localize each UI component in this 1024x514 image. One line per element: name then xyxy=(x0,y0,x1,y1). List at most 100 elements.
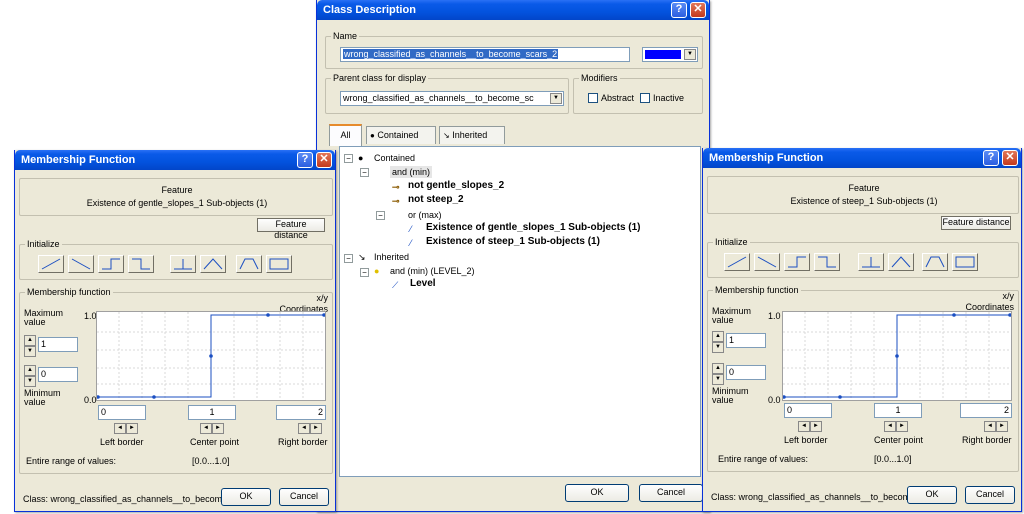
help-icon[interactable]: ? xyxy=(297,152,313,168)
center-dec-icon[interactable]: ◄ xyxy=(884,421,896,432)
tab-contained[interactable]: ● Contained xyxy=(366,126,436,144)
center-dec-icon[interactable]: ◄ xyxy=(200,423,212,434)
minimum-value-input[interactable]: 0 xyxy=(726,365,766,380)
chevron-down-icon[interactable]: ▼ xyxy=(550,93,562,104)
left-border-dec-icon[interactable]: ◄ xyxy=(798,421,810,432)
right-border-inc-icon[interactable]: ► xyxy=(310,423,322,434)
center-inc-icon[interactable]: ► xyxy=(896,421,908,432)
maximum-value-input[interactable]: 1 xyxy=(726,333,766,348)
right-border-input[interactable]: 2 xyxy=(276,405,326,420)
expand-contained-icon[interactable]: − xyxy=(344,154,353,163)
ramp-up-icon[interactable] xyxy=(38,255,64,273)
left-border-input[interactable]: 0 xyxy=(784,403,832,418)
cancel-button[interactable]: Cancel xyxy=(639,484,703,502)
ramp-down-icon[interactable] xyxy=(754,253,780,271)
abstract-checkbox[interactable] xyxy=(588,93,598,103)
min-down-spinner[interactable]: ▼ xyxy=(24,376,36,387)
membership-graph[interactable] xyxy=(96,311,326,401)
tab-all-label: All xyxy=(340,130,351,140)
tree-or-max[interactable]: or (max) xyxy=(408,209,442,221)
membership-function-icon: ⁄ xyxy=(410,224,412,234)
feature-label: Feature xyxy=(161,185,193,195)
expand-and-min-level-icon[interactable]: − xyxy=(360,268,369,277)
min-up-spinner[interactable]: ▲ xyxy=(712,363,724,374)
tree-inherited[interactable]: Inherited xyxy=(374,251,409,263)
close-icon[interactable]: ✕ xyxy=(690,2,706,18)
inactive-checkbox[interactable] xyxy=(640,93,650,103)
help-icon[interactable]: ? xyxy=(983,150,999,166)
tree-not-gentle-slopes[interactable]: not gentle_slopes_2 xyxy=(408,180,504,192)
spike-icon[interactable] xyxy=(858,253,884,271)
min-down-spinner[interactable]: ▼ xyxy=(712,374,724,385)
feature-distance-button[interactable]: Feature distance xyxy=(941,216,1011,230)
max-up-spinner[interactable]: ▲ xyxy=(24,335,36,346)
step-down-icon[interactable] xyxy=(128,255,154,273)
step-up-icon[interactable] xyxy=(98,255,124,273)
close-icon[interactable]: ✕ xyxy=(316,152,332,168)
maximum-value-input[interactable]: 1 xyxy=(38,337,78,352)
class-name-input[interactable]: wrong_classified_as_channels__to_become_… xyxy=(340,47,630,62)
trapezoid-icon[interactable] xyxy=(236,255,262,273)
center-point-input[interactable]: 1 xyxy=(874,403,922,418)
tree-not-steep[interactable]: not steep_2 xyxy=(408,194,464,206)
tree-existence-steep[interactable]: Existence of steep_1 Sub-objects (1) xyxy=(426,236,600,248)
feature-distance-button[interactable]: Feature distance xyxy=(257,218,325,240)
rectangle-icon[interactable] xyxy=(266,255,292,273)
chevron-down-icon[interactable]: ▼ xyxy=(684,49,696,60)
expand-or-max-icon[interactable]: − xyxy=(376,211,385,220)
help-icon[interactable]: ? xyxy=(671,2,687,18)
ok-button[interactable]: OK xyxy=(221,488,271,506)
tree-panel[interactable]: − ● Contained − and (min) ⊸ not gentle_s… xyxy=(339,146,701,477)
center-inc-icon[interactable]: ► xyxy=(212,423,224,434)
inactive-label: Inactive xyxy=(653,93,685,103)
left-border-inc-icon[interactable]: ► xyxy=(126,423,138,434)
expand-and-min-icon[interactable]: − xyxy=(360,168,369,177)
window-title: Membership Function xyxy=(709,152,824,164)
left-border-dec-icon[interactable]: ◄ xyxy=(114,423,126,434)
abstract-label: Abstract xyxy=(601,93,635,103)
cancel-button[interactable]: Cancel xyxy=(965,486,1015,504)
class-description-titlebar[interactable]: Class Description ? ✕ xyxy=(317,0,709,20)
tab-inherited[interactable]: ↘ Inherited xyxy=(439,126,505,144)
membership-graph[interactable] xyxy=(782,311,1012,401)
left-border-inc-icon[interactable]: ► xyxy=(810,421,822,432)
min-up-spinner[interactable]: ▲ xyxy=(24,365,36,376)
membership-function-titlebar[interactable]: Membership Function ? ✕ xyxy=(703,148,1021,168)
ok-button[interactable]: OK xyxy=(907,486,957,504)
cancel-button[interactable]: Cancel xyxy=(279,488,329,506)
cancel-label: Cancel xyxy=(289,491,318,501)
max-up-spinner[interactable]: ▲ xyxy=(712,331,724,342)
close-icon[interactable]: ✕ xyxy=(1002,150,1018,166)
center-point-input[interactable]: 1 xyxy=(188,405,236,420)
tree-contained[interactable]: Contained xyxy=(374,152,415,164)
tab-all[interactable]: All xyxy=(329,124,362,146)
right-border-inc-icon[interactable]: ► xyxy=(996,421,1008,432)
triangle-icon[interactable] xyxy=(888,253,914,271)
tree-level[interactable]: Level xyxy=(410,278,436,290)
left-border-input[interactable]: 0 xyxy=(98,405,146,420)
ramp-up-icon[interactable] xyxy=(724,253,750,271)
step-up-icon[interactable] xyxy=(784,253,810,271)
tree-existence-gentle[interactable]: Existence of gentle_slopes_1 Sub-objects… xyxy=(426,222,641,234)
ramp-down-icon[interactable] xyxy=(68,255,94,273)
max-down-spinner[interactable]: ▼ xyxy=(712,342,724,353)
class-label: Class: wrong_classified_as_channels__to_… xyxy=(711,492,921,502)
right-border-dec-icon[interactable]: ◄ xyxy=(984,421,996,432)
triangle-icon[interactable] xyxy=(200,255,226,273)
membership-function-titlebar[interactable]: Membership Function ? ✕ xyxy=(15,150,335,170)
tree-and-min[interactable]: and (min) xyxy=(390,166,433,178)
minimum-value: 0 xyxy=(729,367,735,377)
right-border-dec-icon[interactable]: ◄ xyxy=(298,423,310,434)
trapezoid-icon[interactable] xyxy=(922,253,948,271)
rectangle-icon[interactable] xyxy=(952,253,978,271)
ok-button[interactable]: OK xyxy=(565,484,629,502)
expand-inherited-icon[interactable]: − xyxy=(344,254,353,263)
step-down-icon[interactable] xyxy=(814,253,840,271)
tree-and-min-level[interactable]: and (min) (LEVEL_2) xyxy=(390,265,475,277)
spike-icon[interactable] xyxy=(170,255,196,273)
parent-class-select[interactable]: wrong_classified_as_channels__to_become_… xyxy=(340,91,564,106)
right-border-input[interactable]: 2 xyxy=(960,403,1012,418)
max-down-spinner[interactable]: ▼ xyxy=(24,346,36,357)
minimum-value-input[interactable]: 0 xyxy=(38,367,78,382)
class-color-picker[interactable]: ▼ xyxy=(642,47,698,62)
